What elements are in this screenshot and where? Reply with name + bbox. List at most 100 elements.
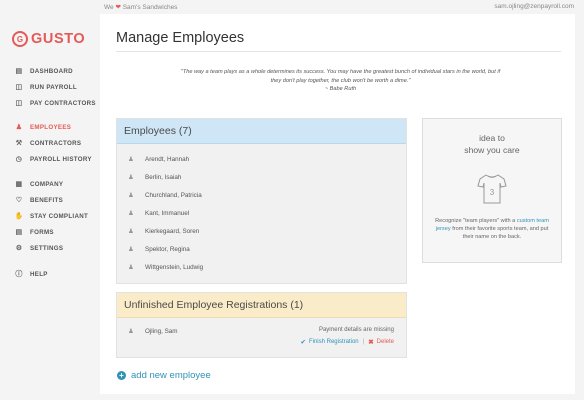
money-icon: ◫ xyxy=(15,84,23,91)
help-icon: ⓘ xyxy=(15,271,23,278)
employee-name: Berlin, Isaiah xyxy=(145,173,182,181)
sidebar-item-label: RUN PAYROLL xyxy=(30,83,77,91)
employee-row[interactable]: ♟ Spektor, Regina xyxy=(117,240,406,258)
dashboard-icon: ▤ xyxy=(15,68,23,75)
money-icon: ◫ xyxy=(15,100,23,107)
sidebar-item-stay-compliant[interactable]: ✋ STAY COMPLIANT xyxy=(14,212,89,221)
employee-row[interactable]: ♟ Arendt, Hannah xyxy=(117,150,406,168)
sidebar-item-label: STAY COMPLIANT xyxy=(30,212,89,220)
sidebar-item-dashboard[interactable]: ▤ DASHBOARD xyxy=(14,67,73,76)
employee-row[interactable]: ♟ Kant, Immanuel xyxy=(117,204,406,222)
employees-panel: Employees (7) ♟ Arendt, Hannah ♟ Berlin,… xyxy=(116,118,407,284)
gusto-logo[interactable]: G GUSTO xyxy=(12,31,85,47)
logo-mark-icon: G xyxy=(12,31,28,47)
add-new-employee-link[interactable]: + add new employee xyxy=(117,370,211,381)
top-bar: We ❤ Sam's Sandwiches sam.ojling@zenpayr… xyxy=(0,0,584,14)
sidebar: G GUSTO ▤ DASHBOARD ◫ RUN PAYROLL ◫ PAY … xyxy=(0,14,100,400)
employee-row[interactable]: ♟ Kierkegaard, Soren xyxy=(117,222,406,240)
person-icon: ♟ xyxy=(128,210,134,217)
person-icon: ♟ xyxy=(128,192,134,199)
add-new-employee-label: add new employee xyxy=(131,370,211,381)
idea-title-line-1: idea to xyxy=(479,133,505,143)
action-separator: | xyxy=(362,339,365,345)
employee-row[interactable]: ♟ Wittgenstein, Ludwig xyxy=(117,258,406,276)
logo-text: GUSTO xyxy=(31,31,86,47)
idea-text-after: from their favorite sports team, and put… xyxy=(450,226,549,240)
sidebar-item-label: CONTRACTORS xyxy=(30,139,82,147)
sidebar-item-benefits[interactable]: ♡ BENEFITS xyxy=(14,196,63,205)
quote-text: "The way a team plays as a whole determi… xyxy=(180,69,501,84)
sidebar-item-label: SETTINGS xyxy=(30,244,64,252)
quote: "The way a team plays as a whole determi… xyxy=(178,68,503,94)
registration-employee: ♟ Ojling, Sam xyxy=(128,327,178,336)
check-icon: ✔ xyxy=(300,339,306,346)
unfinished-registrations-panel: Unfinished Employee Registrations (1) ♟ … xyxy=(116,292,407,358)
idea-text-before: Recognize "team players" with a xyxy=(435,218,517,224)
employees-panel-header: Employees (7) xyxy=(117,119,406,144)
person-icon: ♟ xyxy=(128,156,134,163)
page-title: Manage Employees xyxy=(116,30,245,46)
idea-card-text: Recognize "team players" with a custom t… xyxy=(431,217,553,241)
finish-registration-label: Finish Registration xyxy=(308,339,359,345)
employee-name: Kant, Immanuel xyxy=(145,209,190,217)
thumbs-up-icon: ✋ xyxy=(14,213,24,220)
forms-icon: ▤ xyxy=(15,229,23,236)
jersey-icon: 3 xyxy=(477,174,507,204)
sidebar-item-settings[interactable]: ⚙ SETTINGS xyxy=(14,244,64,253)
sidebar-item-label: HELP xyxy=(30,270,48,278)
registration-row: ♟ Ojling, Sam Payment details are missin… xyxy=(117,318,406,356)
sidebar-item-label: COMPANY xyxy=(30,180,64,188)
finish-registration-link[interactable]: ✔ Finish Registration xyxy=(301,338,359,346)
title-divider xyxy=(116,51,561,52)
person-icon: ♟ xyxy=(128,228,134,235)
sidebar-item-forms[interactable]: ▤ FORMS xyxy=(14,228,54,237)
user-email-menu[interactable]: sam.ojling@zenpayroll.com xyxy=(494,3,574,10)
delete-registration-label: Delete xyxy=(376,339,394,345)
sidebar-item-label: PAY CONTRACTORS xyxy=(30,99,96,107)
sidebar-item-help[interactable]: ⓘ HELP xyxy=(14,269,48,279)
employee-name: Spektor, Regina xyxy=(145,245,190,253)
sidebar-item-employees[interactable]: ♟ EMPLOYEES xyxy=(14,123,72,132)
employee-row[interactable]: ♟ Berlin, Isaiah xyxy=(117,168,406,186)
sidebar-item-label: PAYROLL HISTORY xyxy=(30,155,92,163)
sidebar-item-payroll-history[interactable]: ◷ PAYROLL HISTORY xyxy=(14,155,92,164)
person-icon: ♟ xyxy=(128,328,134,335)
benefits-icon: ♡ xyxy=(15,197,23,204)
heart-icon: ❤ xyxy=(115,4,121,11)
employee-name: Arendt, Hannah xyxy=(145,155,190,163)
person-icon: ♟ xyxy=(128,174,134,181)
employee-name: Wittgenstein, Ludwig xyxy=(145,263,204,271)
close-icon: ✖ xyxy=(368,339,374,346)
plus-circle-icon: + xyxy=(117,371,126,380)
clock-icon: ◷ xyxy=(15,156,23,163)
sidebar-item-contractors[interactable]: ⚒ CONTRACTORS xyxy=(14,139,82,148)
jersey-number: 3 xyxy=(490,188,495,197)
quote-attribution: ~ Babe Ruth xyxy=(324,86,357,92)
idea-title-line-2: show you care xyxy=(464,145,520,155)
person-icon: ♟ xyxy=(128,264,134,271)
building-icon: ▦ xyxy=(15,181,23,188)
sidebar-item-label: DASHBOARD xyxy=(30,67,73,75)
employee-name: Churchland, Patricia xyxy=(145,191,202,199)
person-icon: ♟ xyxy=(15,124,23,131)
registrations-panel-header: Unfinished Employee Registrations (1) xyxy=(117,293,406,318)
registration-employee-name: Ojling, Sam xyxy=(145,327,178,335)
idea-card: idea to show you care 3 Recognize "team … xyxy=(422,118,562,263)
idea-card-title: idea to show you care xyxy=(423,132,561,156)
employee-row[interactable]: ♟ Churchland, Patricia xyxy=(117,186,406,204)
sidebar-item-company[interactable]: ▦ COMPANY xyxy=(14,180,64,189)
sidebar-item-label: FORMS xyxy=(30,228,54,236)
main-content: Manage Employees "The way a team plays a… xyxy=(100,14,575,394)
sidebar-item-run-payroll[interactable]: ◫ RUN PAYROLL xyxy=(14,83,77,92)
wrench-icon: ⚒ xyxy=(15,140,23,147)
employee-name: Kierkegaard, Soren xyxy=(145,227,200,235)
delete-registration-link[interactable]: ✖ Delete xyxy=(368,338,394,346)
sidebar-item-label: BENEFITS xyxy=(30,196,63,204)
company-switcher[interactable]: We ❤ Sam's Sandwiches xyxy=(104,3,177,11)
person-icon: ♟ xyxy=(128,246,134,253)
sidebar-item-pay-contractors[interactable]: ◫ PAY CONTRACTORS xyxy=(14,99,96,108)
registration-actions: ✔ Finish Registration | ✖ Delete xyxy=(301,338,395,346)
gear-icon: ⚙ xyxy=(15,245,23,252)
company-prefix: We xyxy=(104,4,114,11)
sidebar-item-label: EMPLOYEES xyxy=(30,123,72,131)
